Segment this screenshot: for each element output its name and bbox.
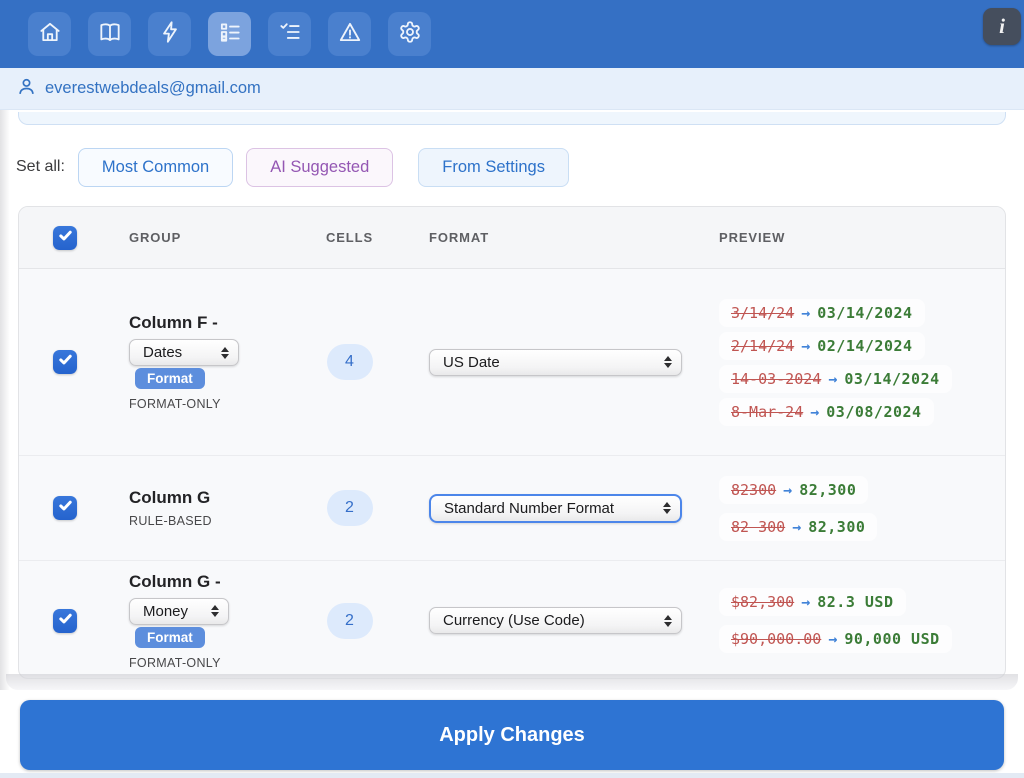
arrow-icon: → bbox=[794, 304, 817, 322]
format-select-value: US Date bbox=[443, 354, 500, 371]
user-icon bbox=[17, 77, 45, 101]
set-all-row: Set all: Most Common AI Suggested From S… bbox=[16, 147, 582, 187]
header-cells: CELLS bbox=[308, 230, 391, 245]
set-all-most-common-button[interactable]: Most Common bbox=[78, 148, 233, 187]
group-subtype: RULE-BASED bbox=[129, 514, 212, 528]
table-row: Column G - Money Format FORMAT-ONLY 2 Cu… bbox=[19, 561, 1005, 679]
group-type-select[interactable]: Dates bbox=[129, 339, 239, 366]
group-title: Column G - bbox=[129, 572, 221, 592]
group-title: Column F - bbox=[129, 313, 218, 333]
nav-format-list-button[interactable] bbox=[208, 12, 251, 56]
header-format: FORMAT bbox=[391, 230, 701, 245]
preview-list: 3/14/24→03/14/2024 2/14/24→02/14/2024 14… bbox=[701, 269, 1005, 455]
book-icon bbox=[97, 19, 123, 50]
arrow-icon: → bbox=[794, 593, 817, 611]
arrow-icon: → bbox=[776, 481, 799, 499]
select-arrows-icon bbox=[201, 605, 219, 617]
preview-line: 14-03-2024→03/14/2024 bbox=[719, 365, 952, 393]
arrow-icon: → bbox=[794, 337, 817, 355]
group-type-select[interactable]: Money bbox=[129, 598, 229, 625]
header-preview: PREVIEW bbox=[701, 230, 1005, 245]
preview-line: $90,000.00→90,000 USD bbox=[719, 625, 952, 653]
cell-count-badge: 2 bbox=[327, 603, 373, 639]
preview-line: $82,300→82.3 USD bbox=[719, 588, 906, 616]
collapsed-panel-edge bbox=[18, 112, 1006, 125]
account-email: everestwebdeals@gmail.com bbox=[45, 79, 261, 98]
top-navigation-bar: i bbox=[0, 0, 1024, 68]
arrow-icon: → bbox=[821, 630, 844, 648]
content-bottom-edge bbox=[6, 674, 1018, 690]
nav-checklist-button[interactable] bbox=[268, 12, 311, 56]
preview-list: 82300→82,300 82 300→82,300 bbox=[701, 456, 1005, 560]
select-all-checkbox[interactable] bbox=[53, 226, 77, 250]
format-list-icon bbox=[217, 19, 243, 50]
lightning-icon bbox=[157, 19, 183, 50]
set-all-ai-suggested-button[interactable]: AI Suggested bbox=[246, 148, 393, 187]
row-checkbox[interactable] bbox=[53, 350, 77, 374]
group-type-value: Dates bbox=[143, 344, 182, 361]
group-title: Column G bbox=[129, 488, 210, 508]
info-button[interactable]: i bbox=[983, 8, 1021, 45]
preview-line: 2/14/24→02/14/2024 bbox=[719, 332, 925, 360]
checkmark-icon bbox=[58, 611, 73, 631]
checklist-icon bbox=[277, 19, 303, 50]
preview-line: 82300→82,300 bbox=[719, 476, 868, 504]
cell-count-badge: 4 bbox=[327, 344, 373, 380]
home-icon bbox=[37, 19, 63, 50]
account-bar: everestwebdeals@gmail.com bbox=[0, 68, 1024, 110]
table-row: Column G RULE-BASED 2 Standard Number Fo… bbox=[19, 456, 1005, 561]
cell-count-badge: 2 bbox=[327, 490, 373, 526]
nav-settings-button[interactable] bbox=[388, 12, 431, 56]
nav-icon-group bbox=[28, 12, 431, 56]
checkmark-icon bbox=[58, 352, 73, 372]
nav-warnings-button[interactable] bbox=[328, 12, 371, 56]
checkmark-icon bbox=[58, 228, 73, 248]
preview-line: 82 300→82,300 bbox=[719, 513, 877, 541]
select-arrows-icon bbox=[654, 615, 672, 627]
select-arrows-icon bbox=[654, 356, 672, 368]
main-content: Set all: Most Common AI Suggested From S… bbox=[0, 110, 1024, 690]
header-group: GROUP bbox=[111, 230, 308, 245]
format-badge: Format bbox=[135, 368, 205, 389]
format-groups-table: GROUP CELLS FORMAT PREVIEW Column F - Da… bbox=[18, 206, 1006, 679]
footer: Apply Changes bbox=[0, 690, 1024, 778]
group-subtype: FORMAT-ONLY bbox=[129, 397, 221, 411]
group-type-value: Money bbox=[143, 603, 188, 620]
arrow-icon: → bbox=[821, 370, 844, 388]
bottom-strip bbox=[0, 773, 1024, 778]
format-select[interactable]: Currency (Use Code) bbox=[429, 607, 682, 634]
apply-changes-button[interactable]: Apply Changes bbox=[20, 700, 1004, 770]
checkmark-icon bbox=[58, 498, 73, 518]
nav-home-button[interactable] bbox=[28, 12, 71, 56]
arrow-icon: → bbox=[803, 403, 826, 421]
set-all-label: Set all: bbox=[16, 158, 65, 176]
warning-icon bbox=[337, 19, 363, 50]
format-select[interactable]: US Date bbox=[429, 349, 682, 376]
row-checkbox[interactable] bbox=[53, 496, 77, 520]
set-all-from-settings-button[interactable]: From Settings bbox=[418, 148, 569, 187]
format-select-value: Standard Number Format bbox=[444, 500, 614, 517]
format-select[interactable]: Standard Number Format bbox=[429, 494, 682, 523]
format-select-value: Currency (Use Code) bbox=[443, 612, 585, 629]
nav-guide-button[interactable] bbox=[88, 12, 131, 56]
group-subtype: FORMAT-ONLY bbox=[129, 656, 221, 670]
arrow-icon: → bbox=[785, 518, 808, 536]
preview-line: 3/14/24→03/14/2024 bbox=[719, 299, 925, 327]
table-row: Column F - Dates Format FORMAT-ONLY 4 US… bbox=[19, 269, 1005, 456]
select-arrows-icon bbox=[211, 347, 229, 359]
format-badge: Format bbox=[135, 627, 205, 648]
preview-line: 8-Mar-24→03/08/2024 bbox=[719, 398, 934, 426]
row-checkbox[interactable] bbox=[53, 609, 77, 633]
info-icon: i bbox=[999, 14, 1005, 39]
settings-icon bbox=[397, 19, 423, 50]
select-arrows-icon bbox=[653, 502, 671, 514]
preview-list: $82,300→82.3 USD $90,000.00→90,000 USD bbox=[701, 561, 1005, 679]
nav-quick-actions-button[interactable] bbox=[148, 12, 191, 56]
table-header-row: GROUP CELLS FORMAT PREVIEW bbox=[19, 207, 1005, 269]
